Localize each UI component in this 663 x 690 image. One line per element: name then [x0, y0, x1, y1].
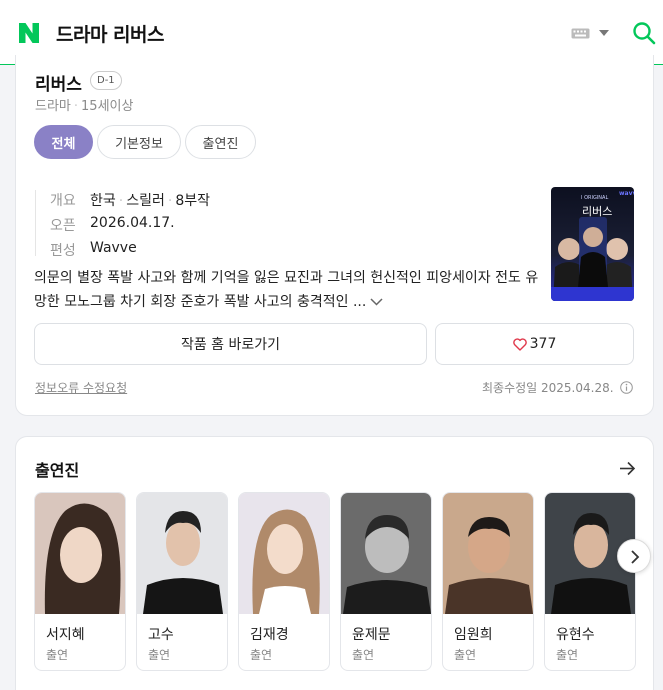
cast-photo — [137, 493, 227, 614]
cast-photo — [443, 493, 533, 614]
tab-cast[interactable]: 출연진 — [185, 125, 256, 159]
search-icon[interactable] — [632, 21, 656, 45]
poster-title: 리버스 — [582, 205, 613, 218]
poster-badge: wavve — [619, 190, 634, 197]
separator-dot: · — [118, 193, 124, 209]
cast-next-button[interactable] — [617, 539, 651, 573]
rating-text: 15세이상 — [81, 99, 134, 114]
cast-name: 유현수 — [556, 627, 595, 643]
separator-dot: · — [167, 193, 173, 209]
chevron-down-icon[interactable] — [370, 298, 383, 306]
cast-item[interactable]: 유현수 출연 — [544, 492, 636, 671]
info-overview: 한국 · 스릴러 · 8부작 — [90, 190, 210, 210]
cast-name: 임원희 — [454, 627, 493, 643]
cast-name: 서지혜 — [46, 627, 85, 643]
cast-photo — [35, 493, 125, 614]
poster-top-text: I ORIGINAL — [581, 195, 609, 201]
cast-photo — [239, 493, 329, 614]
cast-item[interactable]: 서지혜 출연 — [34, 492, 126, 671]
cast-role: 출연 — [148, 648, 171, 662]
drama-poster[interactable]: I ORIGINAL wavve 리버스 — [551, 187, 634, 301]
overview-episodes: 8부작 — [175, 193, 210, 209]
page-title: 드라마 리버스 — [56, 24, 165, 46]
cast-role: 출연 — [46, 648, 69, 662]
chevron-down-icon[interactable] — [599, 29, 609, 37]
info-open-date: 2026.04.17. — [90, 215, 175, 231]
cast-role: 출연 — [352, 648, 375, 662]
synopsis[interactable]: 의문의 별장 폭발 사고와 함께 기억을 잃은 묘진과 그녀의 헌신적인 피앙세… — [34, 266, 542, 314]
overview-genre: 스릴러 — [126, 193, 165, 209]
info-divider — [35, 190, 36, 256]
cast-item[interactable]: 김재경 출연 — [238, 492, 330, 671]
info-label-channel: 편성 — [50, 243, 76, 259]
dday-badge: D-1 — [90, 71, 122, 90]
report-error-link[interactable]: 정보오류 수정요청 — [35, 379, 127, 396]
cast-item[interactable]: 임원희 출연 — [442, 492, 534, 671]
last-updated: 최종수정일 2025.04.28. — [482, 379, 634, 396]
cast-role: 출연 — [250, 648, 273, 662]
cast-name: 윤제문 — [352, 627, 391, 643]
cast-name: 김재경 — [250, 627, 289, 643]
like-button[interactable]: 377 — [435, 323, 634, 365]
drama-title: 리버스 — [35, 75, 82, 95]
info-label-overview: 개요 — [50, 193, 76, 209]
drama-meta: 드라마 · 15세이상 — [35, 95, 133, 114]
info-icon[interactable] — [620, 381, 634, 394]
separator-dot: · — [73, 99, 79, 114]
cast-role: 출연 — [556, 648, 579, 662]
genre-text: 드라마 — [35, 99, 71, 114]
chevron-right-icon — [631, 550, 640, 564]
synopsis-text: 의문의 별장 폭발 사고와 함께 기억을 잃은 묘진과 그녀의 헌신적인 피앙세… — [34, 270, 539, 310]
like-count: 377 — [529, 336, 557, 352]
tab-basic-info[interactable]: 기본정보 — [97, 125, 181, 159]
naver-logo-icon[interactable] — [17, 21, 41, 45]
info-label-open: 오픈 — [50, 218, 76, 234]
cast-photo — [341, 493, 431, 614]
overview-country: 한국 — [90, 193, 116, 209]
heart-icon — [512, 337, 527, 351]
keyboard-icon[interactable] — [571, 28, 590, 39]
cast-section-title: 출연진 — [35, 461, 80, 480]
home-link-button[interactable]: 작품 홈 바로가기 — [34, 323, 427, 365]
last-updated-text: 최종수정일 2025.04.28. — [482, 381, 614, 395]
cast-name: 고수 — [148, 627, 174, 643]
cast-item[interactable]: 윤제문 출연 — [340, 492, 432, 671]
info-channel[interactable]: Wavve — [90, 240, 137, 256]
cast-item[interactable]: 고수 출연 — [136, 492, 228, 671]
tab-all[interactable]: 전체 — [34, 125, 93, 159]
arrow-right-icon[interactable] — [619, 461, 636, 476]
cast-role: 출연 — [454, 648, 477, 662]
